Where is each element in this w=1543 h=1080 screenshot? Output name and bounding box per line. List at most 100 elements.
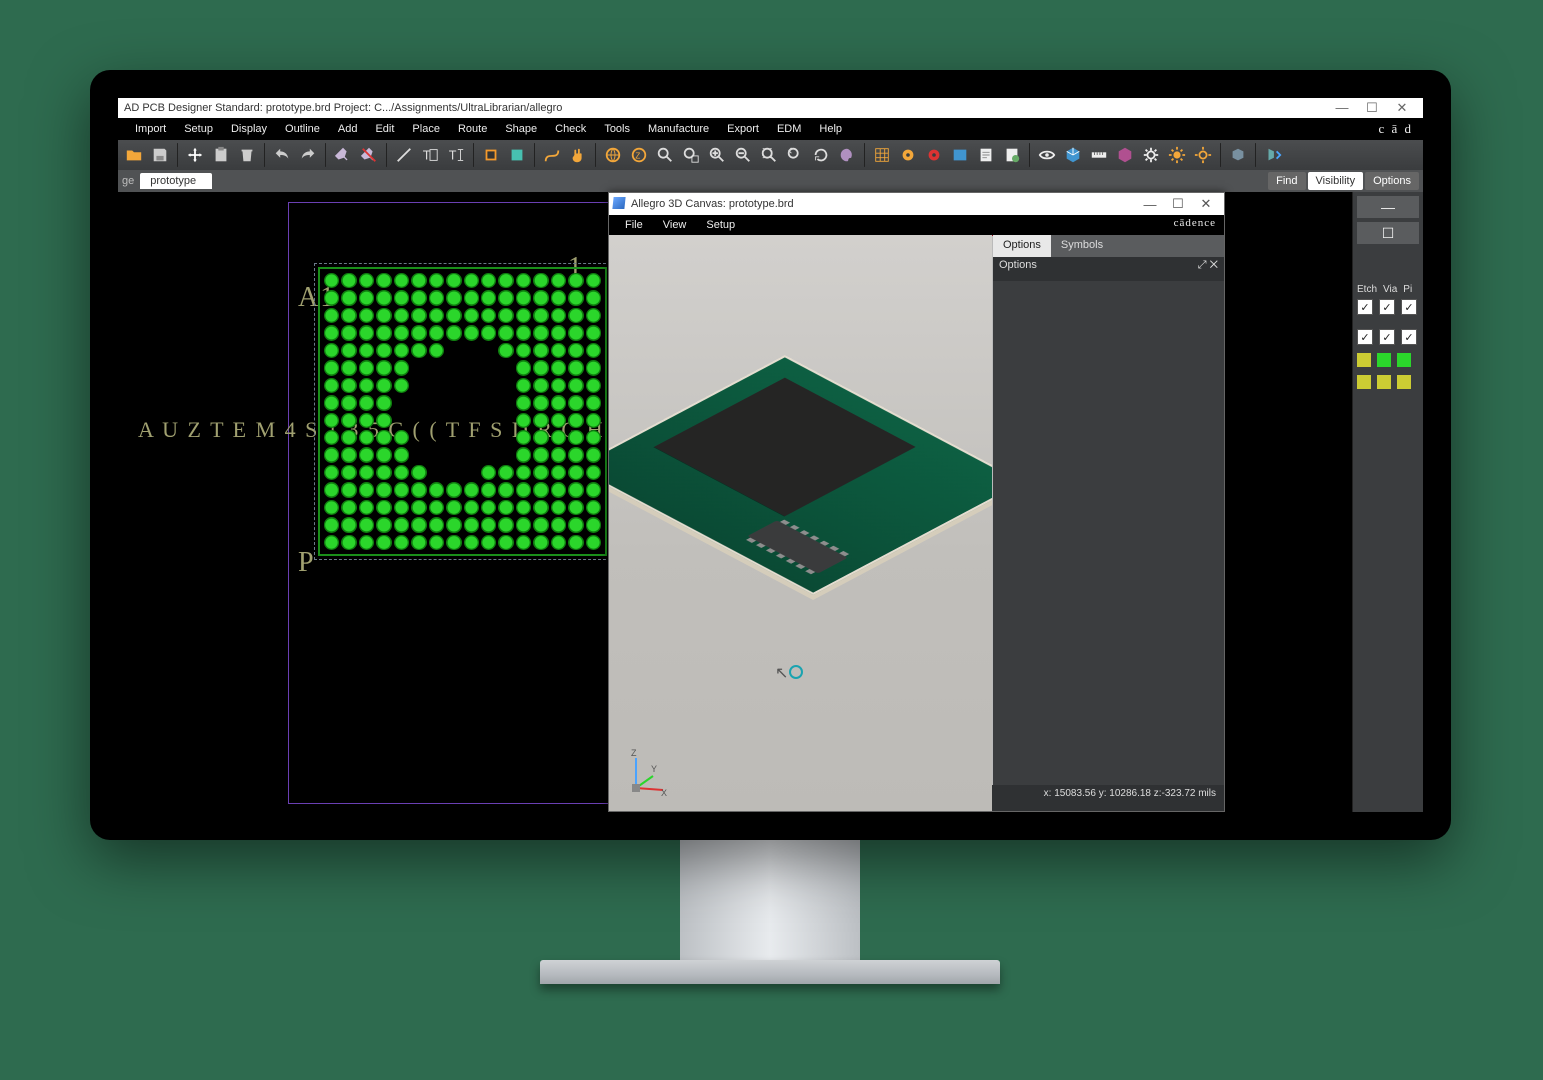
swatch-2a[interactable]: [1357, 375, 1371, 389]
3d-tab-symbols[interactable]: Symbols: [1051, 235, 1113, 257]
menu-export[interactable]: Export: [718, 123, 768, 135]
pin-icon[interactable]: [331, 143, 355, 167]
menu-edm[interactable]: EDM: [768, 123, 810, 135]
3d-menu-view[interactable]: View: [653, 219, 697, 231]
donut2-icon[interactable]: [922, 143, 946, 167]
zoom-minus-icon[interactable]: [731, 143, 755, 167]
3dbox-icon[interactable]: [1113, 143, 1137, 167]
swatch-2c[interactable]: [1397, 375, 1411, 389]
menu-display[interactable]: Display: [222, 123, 276, 135]
3d-menu-setup[interactable]: Setup: [696, 219, 745, 231]
checkbox-etch-all[interactable]: ✓: [1357, 299, 1373, 315]
3d-titlebar[interactable]: Allegro 3D Canvas: prototype.brd — ☐ ✕: [609, 193, 1224, 215]
3d-viewport[interactable]: Z Y X: [609, 235, 992, 811]
zoom-prev-icon[interactable]: [783, 143, 807, 167]
redo-icon[interactable]: [296, 143, 320, 167]
dock-minimize-button[interactable]: —: [1357, 196, 1419, 218]
bga-ball: [341, 413, 356, 428]
panel-options-button[interactable]: Options: [1365, 172, 1419, 190]
bga-ball: [464, 517, 479, 532]
minimize-button[interactable]: —: [1327, 98, 1357, 118]
3d-tab-options[interactable]: Options: [993, 235, 1051, 257]
zoom-world-z-icon[interactable]: Z: [627, 143, 651, 167]
menu-help[interactable]: Help: [810, 123, 851, 135]
menu-place[interactable]: Place: [403, 123, 449, 135]
report2-icon[interactable]: [1000, 143, 1024, 167]
report-icon[interactable]: [974, 143, 998, 167]
route-icon[interactable]: [540, 143, 564, 167]
paste-icon[interactable]: [209, 143, 233, 167]
component-icon[interactable]: [479, 143, 503, 167]
checkbox-via-all[interactable]: ✓: [1379, 299, 1395, 315]
menu-route[interactable]: Route: [449, 123, 496, 135]
unpin-icon[interactable]: [357, 143, 381, 167]
ruler-icon[interactable]: [1087, 143, 1111, 167]
grid-icon[interactable]: [870, 143, 894, 167]
trash-icon[interactable]: [235, 143, 259, 167]
zoom-world-icon[interactable]: [601, 143, 625, 167]
bga-ball: [429, 273, 444, 288]
menu-setup[interactable]: Setup: [175, 123, 222, 135]
sun2-icon[interactable]: [1191, 143, 1215, 167]
panel-visibility-button[interactable]: Visibility: [1308, 172, 1364, 190]
save-icon[interactable]: [148, 143, 172, 167]
menu-manufacture[interactable]: Manufacture: [639, 123, 718, 135]
checkbox-pin-all[interactable]: ✓: [1401, 299, 1417, 315]
bga-ball: [394, 535, 409, 550]
menu-import[interactable]: Import: [126, 123, 175, 135]
swatch-1c[interactable]: [1397, 353, 1411, 367]
checkbox-etch-top[interactable]: ✓: [1357, 329, 1373, 345]
donut-icon[interactable]: [896, 143, 920, 167]
menu-add[interactable]: Add: [329, 123, 367, 135]
iso-cube-icon[interactable]: [1226, 143, 1250, 167]
zoom-fit-icon[interactable]: [757, 143, 781, 167]
swatch-1b[interactable]: [1377, 353, 1391, 367]
gear-icon[interactable]: [1139, 143, 1163, 167]
3d-menu-file[interactable]: File: [615, 219, 653, 231]
bga-ball: [324, 413, 339, 428]
zoom-window-icon[interactable]: [679, 143, 703, 167]
checkbox-via-top[interactable]: ✓: [1379, 329, 1395, 345]
checkbox-pin-top[interactable]: ✓: [1401, 329, 1417, 345]
swatch-2b[interactable]: [1377, 375, 1391, 389]
panel-find-button[interactable]: Find: [1268, 172, 1305, 190]
tab-prototype[interactable]: prototype: [140, 173, 212, 189]
menu-outline[interactable]: Outline: [276, 123, 329, 135]
hand-icon[interactable]: [566, 143, 590, 167]
sun-icon[interactable]: [1165, 143, 1189, 167]
dimension-icon[interactable]: T: [444, 143, 468, 167]
zoom-in-icon[interactable]: [653, 143, 677, 167]
move-icon[interactable]: [183, 143, 207, 167]
cube-icon[interactable]: [1061, 143, 1085, 167]
line-icon[interactable]: [392, 143, 416, 167]
menu-tools[interactable]: Tools: [595, 123, 639, 135]
bga-footprint[interactable]: [318, 267, 607, 556]
3d-canvas-window[interactable]: Allegro 3D Canvas: prototype.brd — ☐ ✕ F…: [608, 192, 1225, 812]
bga-ball: [341, 465, 356, 480]
3d-close-button[interactable]: ✕: [1192, 196, 1220, 212]
3d-statusbar: x: 15083.56 y: 10286.18 z:-323.72 mils: [992, 785, 1224, 811]
3d-maximize-button[interactable]: ☐: [1164, 196, 1192, 212]
text-icon[interactable]: T: [418, 143, 442, 167]
dock-restore-button[interactable]: ☐: [1357, 222, 1419, 244]
3d-minimize-button[interactable]: —: [1136, 197, 1164, 212]
brand-logo: c ā d: [1378, 118, 1413, 140]
swatch-1a[interactable]: [1357, 353, 1371, 367]
menu-edit[interactable]: Edit: [366, 123, 403, 135]
eye-icon[interactable]: [1035, 143, 1059, 167]
undo-icon[interactable]: [270, 143, 294, 167]
menu-shape[interactable]: Shape: [496, 123, 546, 135]
close-button[interactable]: ✕: [1387, 98, 1417, 118]
refresh-icon[interactable]: [809, 143, 833, 167]
palette-icon[interactable]: [835, 143, 859, 167]
axis-gizmo[interactable]: Z Y X: [621, 748, 671, 801]
chip-icon[interactable]: [505, 143, 529, 167]
3d-panel-controls[interactable]: ⤢ ✕: [1198, 259, 1218, 279]
maximize-button[interactable]: ☐: [1357, 98, 1387, 118]
bga-ball: [586, 500, 601, 515]
book-icon[interactable]: [948, 143, 972, 167]
play-icon[interactable]: [1261, 143, 1285, 167]
zoom-plus-icon[interactable]: [705, 143, 729, 167]
open-icon[interactable]: [122, 143, 146, 167]
menu-check[interactable]: Check: [546, 123, 595, 135]
